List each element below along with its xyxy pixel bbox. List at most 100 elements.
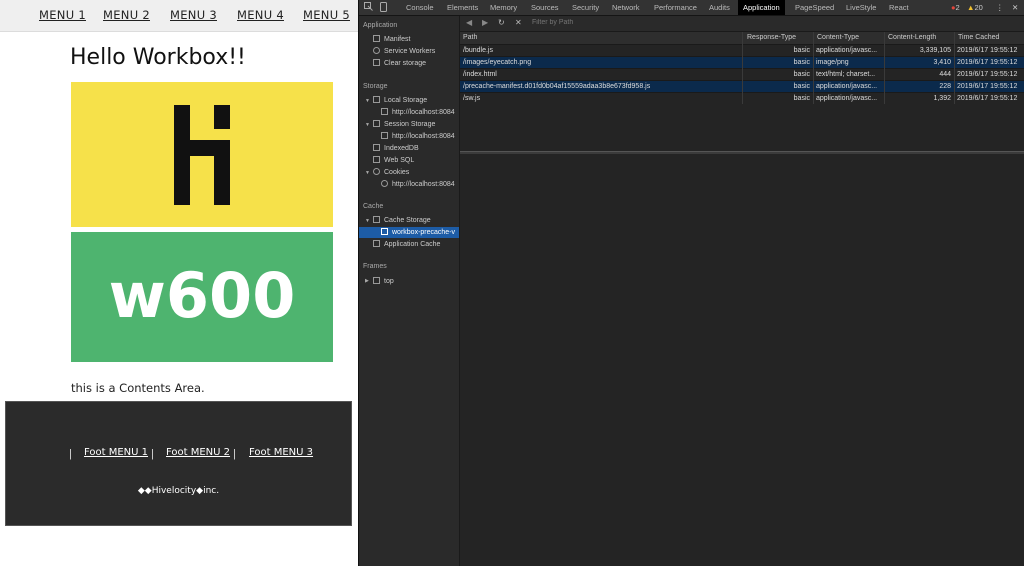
cookie-icon: [373, 168, 380, 175]
foot-menu-2[interactable]: Foot MENU 2: [166, 447, 230, 458]
cell-time-cached: 2019/6/17 19:55:12: [957, 95, 1018, 102]
tab-security[interactable]: Security: [572, 3, 599, 12]
w600-text: w600: [108, 259, 296, 332]
document-icon: [373, 35, 380, 42]
sidebar-item-label: top: [384, 278, 394, 285]
nav-menu-4[interactable]: MENU 4: [237, 8, 284, 22]
h-logo-icon: [174, 105, 230, 205]
sidebar-item-local-storage[interactable]: Local Storage: [373, 96, 427, 104]
nav-menu-3[interactable]: MENU 3: [170, 8, 217, 22]
database-icon: [373, 144, 380, 151]
copyright: ◆◆Hivelocity◆inc.: [137, 486, 220, 496]
sidebar-item-service-workers[interactable]: Service Workers: [373, 47, 435, 55]
sidebar-item-label: Local Storage: [384, 97, 428, 104]
foot-menu-1[interactable]: Foot MENU 1: [84, 447, 148, 458]
sidebar-item-label: Session Storage: [384, 121, 436, 128]
tab-pagespeed[interactable]: PageSpeed: [795, 3, 834, 12]
footer-separator: |: [69, 448, 72, 460]
sidebar-section-storage: Storage: [363, 83, 388, 90]
cache-toolbar: ◀ ▶ ↻ ✕: [460, 16, 1024, 32]
collapsed-triangle-icon[interactable]: ▶: [365, 278, 369, 284]
sidebar-item-label: http://localhost:8084: [392, 109, 455, 116]
tab-audits[interactable]: Audits: [709, 3, 730, 12]
cell-content-type: application/javasc...: [816, 95, 878, 102]
close-icon[interactable]: ✕: [1012, 3, 1018, 12]
sidebar-item-session-storage[interactable]: Session Storage: [373, 120, 435, 128]
sidebar-item-cookies-origin[interactable]: http://localhost:8084: [381, 180, 455, 188]
tab-console[interactable]: Console: [406, 3, 434, 12]
sidebar-item-clear-storage[interactable]: Clear storage: [373, 59, 426, 67]
table-icon: [381, 108, 388, 115]
column-header-path[interactable]: Path: [460, 32, 743, 44]
foot-menu-3[interactable]: Foot MENU 3: [249, 447, 313, 458]
tab-sources[interactable]: Sources: [531, 3, 559, 12]
sidebar-section-application: Application: [363, 22, 398, 29]
sidebar-item-indexeddb[interactable]: IndexedDB: [373, 144, 419, 152]
filter-input[interactable]: [530, 18, 684, 27]
device-toggle-icon[interactable]: [379, 2, 389, 12]
column-header-content-type[interactable]: Content-Type: [814, 32, 885, 44]
cell-content-length: 1,392: [933, 95, 951, 102]
expand-triangle-icon[interactable]: ▼: [365, 122, 370, 128]
sidebar-item-label: Clear storage: [384, 60, 427, 67]
column-divider: [813, 32, 814, 104]
trash-icon: [373, 59, 380, 66]
sidebar-item-label: IndexedDB: [384, 145, 419, 152]
sidebar-item-cache-storage[interactable]: Cache Storage: [373, 216, 431, 224]
tab-application[interactable]: Application: [738, 0, 785, 15]
column-divider: [742, 32, 743, 104]
column-header-time-cached[interactable]: Time Cached: [955, 32, 1024, 44]
nav-menu-1[interactable]: MENU 1: [39, 8, 86, 22]
sidebar-item-label: Web SQL: [384, 157, 415, 164]
tab-network[interactable]: Network: [612, 3, 640, 12]
devtools-panel: Console Elements Memory Sources Security…: [358, 0, 1024, 566]
cookie-icon: [381, 180, 388, 187]
devtools-tab-bar: Console Elements Memory Sources Security…: [359, 0, 1024, 16]
inspect-element-icon[interactable]: [364, 2, 374, 12]
sidebar-item-session-origin[interactable]: http://localhost:8084: [381, 132, 455, 140]
database-icon: [373, 156, 380, 163]
sidebar-item-manifest[interactable]: Manifest: [373, 35, 410, 43]
expand-triangle-icon[interactable]: ▼: [365, 170, 370, 176]
previous-page-icon[interactable]: ◀: [466, 18, 472, 27]
expand-triangle-icon[interactable]: ▼: [365, 98, 370, 104]
sidebar-item-application-cache[interactable]: Application Cache: [373, 240, 440, 248]
column-header-response-type[interactable]: Response-Type: [744, 32, 813, 44]
cell-path: /sw.js: [463, 95, 481, 102]
gear-icon: [373, 47, 380, 54]
tab-elements[interactable]: Elements: [447, 3, 478, 12]
column-divider: [884, 32, 885, 104]
tab-react[interactable]: React: [889, 3, 909, 12]
table-icon: [373, 120, 380, 127]
delete-icon[interactable]: ✕: [515, 18, 522, 27]
sidebar-item-label: Cache Storage: [384, 217, 431, 224]
tab-performance[interactable]: Performance: [654, 3, 697, 12]
sidebar-item-workbox-precache[interactable]: workbox-precache-v: [381, 228, 455, 236]
cell-response-type: basic: [793, 95, 810, 102]
more-options-icon[interactable]: ⋮: [996, 3, 1004, 12]
sidebar-item-label: http://localhost:8084: [392, 133, 455, 140]
footer-separator: |: [151, 448, 154, 460]
next-page-icon[interactable]: ▶: [482, 18, 488, 27]
expand-triangle-icon[interactable]: ▼: [365, 218, 370, 224]
sidebar-item-label: workbox-precache-v: [392, 229, 456, 236]
sidebar-item-local-origin[interactable]: http://localhost:8084: [381, 108, 455, 116]
footer-separator: |: [233, 448, 236, 460]
sidebar-item-cookies[interactable]: Cookies: [373, 168, 409, 176]
w600-image: w600: [71, 232, 333, 362]
nav-menu-2[interactable]: MENU 2: [103, 8, 150, 22]
sidebar-item-frame-top[interactable]: top: [373, 277, 394, 285]
tab-livestyle[interactable]: LiveStyle: [846, 3, 876, 12]
warning-count: 20: [974, 3, 983, 12]
warning-count-badge[interactable]: ▲20: [967, 3, 983, 12]
sidebar-item-websql[interactable]: Web SQL: [373, 156, 414, 164]
refresh-icon[interactable]: ↻: [498, 18, 505, 27]
column-divider: [954, 32, 955, 104]
table-icon: [381, 132, 388, 139]
tab-memory[interactable]: Memory: [490, 3, 517, 12]
error-count-badge[interactable]: ●2: [951, 3, 960, 12]
panel-splitter[interactable]: [460, 151, 1024, 154]
nav-menu-5[interactable]: MENU 5: [303, 8, 350, 22]
sidebar-item-label: Service Workers: [384, 48, 436, 55]
column-header-content-length[interactable]: Content-Length: [885, 32, 954, 44]
